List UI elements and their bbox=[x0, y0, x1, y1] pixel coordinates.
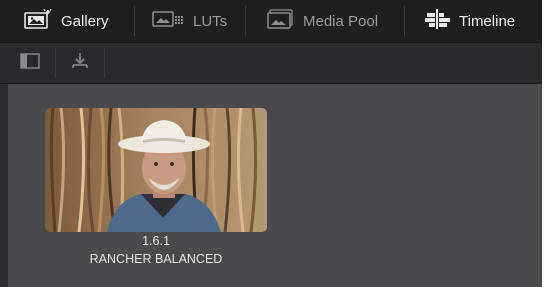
tab-media-pool-label: Media Pool bbox=[303, 12, 379, 30]
tab-divider bbox=[245, 6, 246, 36]
media-pool-icon bbox=[266, 8, 296, 34]
tab-gallery-label: Gallery bbox=[61, 12, 109, 30]
tab-divider bbox=[404, 6, 405, 36]
gallery-panel: Gallery LUTs Media Pool Timeline 1.6.1 R… bbox=[0, 0, 542, 287]
tab-media-pool[interactable]: Media Pool bbox=[266, 0, 378, 42]
timeline-icon bbox=[424, 8, 452, 34]
still-name: RANCHER BALANCED bbox=[89, 252, 223, 266]
left-edge-strip bbox=[0, 84, 8, 287]
gallery-icon bbox=[24, 8, 54, 34]
toolbar-divider bbox=[104, 48, 105, 78]
still-thumbnail[interactable] bbox=[45, 108, 267, 232]
panel-tab-bar: Gallery LUTs Media Pool Timeline bbox=[0, 0, 542, 43]
tab-luts-label: LUTs bbox=[193, 12, 228, 30]
tab-divider bbox=[134, 6, 135, 36]
luts-icon bbox=[152, 8, 186, 34]
tab-timeline[interactable]: Timeline bbox=[424, 0, 515, 42]
stills-grid: 1.6.1 RANCHER BALANCED bbox=[8, 84, 542, 287]
still-number: 1.6.1 bbox=[142, 234, 170, 248]
still-image bbox=[45, 108, 267, 232]
gallery-toolbar bbox=[0, 43, 542, 84]
sidebar-toggle-button[interactable] bbox=[6, 43, 54, 83]
sidebar-toggle-icon bbox=[20, 52, 40, 74]
tab-timeline-label: Timeline bbox=[459, 12, 516, 30]
grab-still-button[interactable] bbox=[56, 43, 104, 83]
grab-still-icon bbox=[70, 51, 90, 76]
tab-gallery[interactable]: Gallery bbox=[24, 0, 109, 42]
tab-luts[interactable]: LUTs bbox=[152, 0, 227, 42]
